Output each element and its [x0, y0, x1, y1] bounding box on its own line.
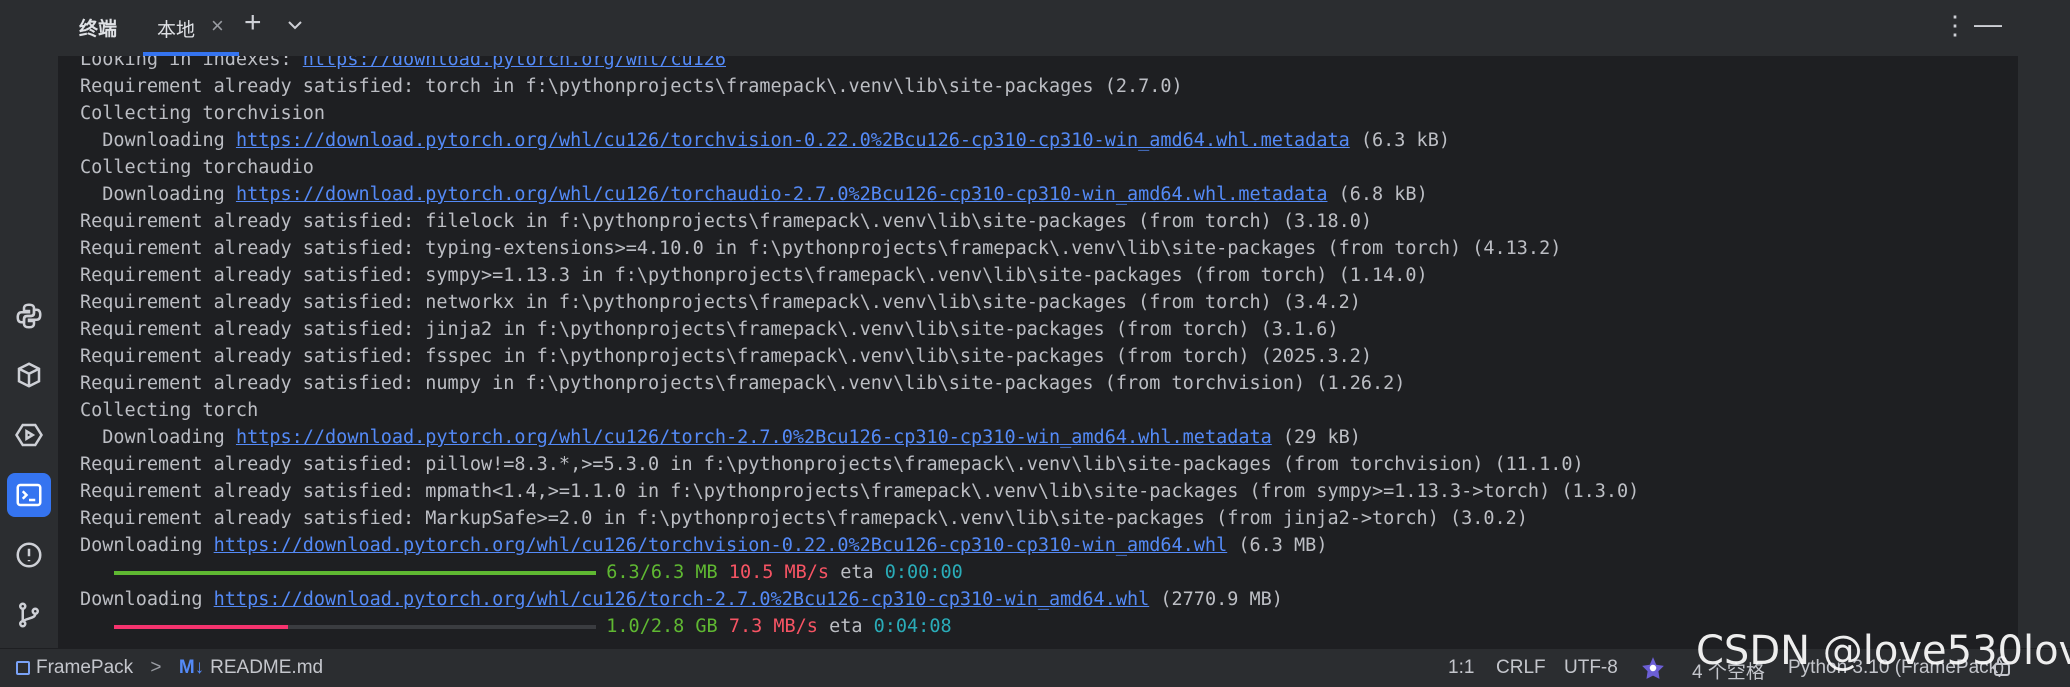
file-size: (6.3 kB) [1349, 130, 1450, 151]
file-name[interactable]: README.md [210, 657, 323, 678]
terminal-line: Requirement already satisfied: sympy>=1.… [80, 265, 1428, 286]
download-url-link[interactable]: https://download.pytorch.org/whl/cu126/t… [214, 589, 1150, 610]
file-size: (6.3 MB) [1227, 535, 1328, 556]
watermark: CSDN @love530love [1696, 628, 2070, 674]
download-url-link[interactable]: https://download.pytorch.org/whl/cu126 [303, 56, 726, 70]
problems-icon[interactable] [7, 533, 51, 577]
eta-time: 0:04:08 [873, 616, 952, 637]
download-speed: 7.3 MB/s [728, 616, 818, 637]
line-prefix: Looking in indexes: [80, 56, 303, 70]
eta-label: eta [829, 616, 863, 637]
file-encoding[interactable]: UTF-8 [1564, 657, 1618, 679]
project-name[interactable]: FramePack [36, 657, 133, 678]
line-prefix: Downloading [80, 130, 236, 151]
terminal-line-with-link: Downloading https://download.pytorch.org… [80, 586, 1639, 613]
terminal-line: Requirement already satisfied: pillow!=8… [80, 454, 1584, 475]
line-prefix: Downloading [80, 589, 214, 610]
right-gutter [2018, 0, 2070, 648]
terminal-line: Requirement already satisfied: typing-ex… [80, 238, 1562, 259]
progress-fill [114, 625, 288, 629]
download-url-link[interactable]: https://download.pytorch.org/whl/cu126/t… [236, 184, 1328, 205]
python-packages-icon[interactable] [7, 353, 51, 397]
breadcrumb[interactable]: FramePack > M↓ README.md [16, 657, 323, 679]
python-icon[interactable] [7, 294, 51, 338]
terminal-line: Requirement already satisfied: mpmath<1.… [80, 481, 1640, 502]
line-prefix: Downloading [80, 535, 214, 556]
downloaded-size: 6.3/6.3 MB [606, 562, 718, 583]
more-options-icon[interactable]: ⋮ [1942, 10, 1968, 41]
terminal-line: Requirement already satisfied: fsspec in… [80, 346, 1373, 367]
terminal-line-with-link: Downloading https://download.pytorch.org… [80, 532, 1639, 559]
tab-local-label: 本地 [157, 20, 196, 41]
terminal-line-with-link: Downloading https://download.pytorch.org… [80, 181, 1639, 208]
terminal-line-with-link: Looking in indexes: https://download.pyt… [80, 56, 1639, 73]
project-icon [16, 660, 30, 675]
terminal-line: Requirement already satisfied: networkx … [80, 292, 1361, 313]
download-url-link[interactable]: https://download.pytorch.org/whl/cu126/t… [214, 535, 1228, 556]
terminal-line: Requirement already satisfied: filelock … [80, 211, 1373, 232]
line-prefix: Downloading [80, 184, 236, 205]
tool-window-title: 终端 [79, 19, 118, 40]
download-progress-line: 6.3/6.3 MB 10.5 MB/s eta 0:00:00 [80, 559, 1639, 586]
git-icon[interactable] [7, 593, 51, 637]
terminal-output[interactable]: Looking in indexes: https://download.pyt… [58, 56, 2018, 648]
download-progress-line: 1.0/2.8 GB 7.3 MB/s eta 0:04:08 [80, 613, 1639, 640]
chevron-down-icon[interactable] [286, 16, 304, 39]
services-icon[interactable] [7, 413, 51, 457]
terminal-line: Collecting torch [80, 400, 259, 421]
caret-position[interactable]: 1:1 [1448, 657, 1474, 679]
close-tab-icon[interactable]: × [211, 13, 224, 39]
terminal-tab-bar: 终端 本地 × + ⋮ — [58, 0, 2018, 56]
eta-label: eta [840, 562, 874, 583]
downloaded-size: 1.0/2.8 GB [606, 616, 718, 637]
terminal-icon[interactable] [7, 473, 51, 517]
download-speed: 10.5 MB/s [728, 562, 830, 583]
terminal-line: Collecting torchaudio [80, 157, 314, 178]
terminal-line: Requirement already satisfied: jinja2 in… [80, 319, 1339, 340]
breadcrumb-separator-icon: > [150, 657, 162, 678]
download-url-link[interactable]: https://download.pytorch.org/whl/cu126/t… [236, 130, 1350, 151]
file-size: (29 kB) [1271, 427, 1361, 448]
line-prefix: Downloading [80, 427, 236, 448]
terminal-line-with-link: Downloading https://download.pytorch.org… [80, 424, 1639, 451]
line-ending[interactable]: CRLF [1496, 657, 1546, 679]
left-toolbar [0, 0, 59, 648]
terminal-line: Requirement already satisfied: MarkupSaf… [80, 508, 1528, 529]
terminal-lines: Looking in indexes: https://download.pyt… [80, 56, 1639, 640]
download-url-link[interactable]: https://download.pytorch.org/whl/cu126/t… [236, 427, 1272, 448]
terminal-line: Requirement already satisfied: torch in … [80, 76, 1183, 97]
terminal-line: Requirement already satisfied: numpy in … [80, 373, 1406, 394]
terminal-line: Collecting torchvision [80, 103, 326, 124]
file-size: (2770.9 MB) [1149, 589, 1283, 610]
new-tab-icon[interactable]: + [244, 6, 262, 40]
terminal-line-with-link: Downloading https://download.pytorch.org… [80, 127, 1639, 154]
ai-assistant-icon[interactable] [1640, 655, 1666, 687]
minimize-icon[interactable]: — [1974, 8, 2002, 40]
markdown-file-icon: M↓ [178, 657, 205, 678]
progress-bar [114, 613, 597, 640]
progress-bar [114, 559, 597, 586]
progress-fill [114, 571, 597, 575]
eta-time: 0:00:00 [884, 562, 963, 583]
file-size: (6.8 kB) [1327, 184, 1428, 205]
